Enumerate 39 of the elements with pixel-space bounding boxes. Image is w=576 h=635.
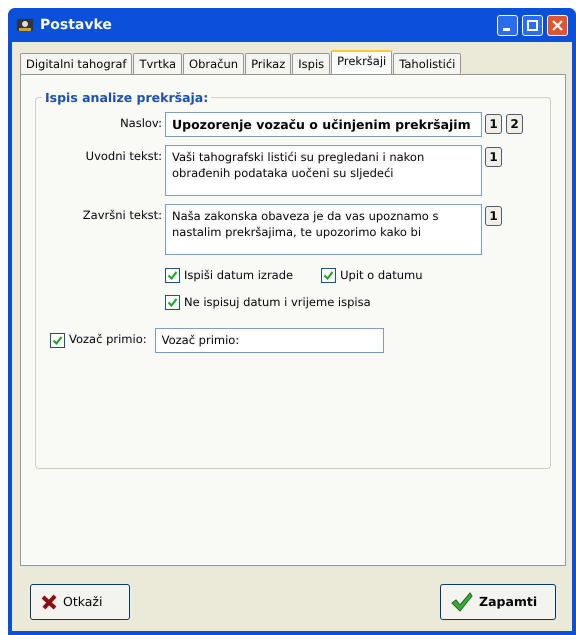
close-button[interactable] xyxy=(547,14,568,36)
number-button[interactable]: 1 xyxy=(485,114,502,134)
checkbox[interactable] xyxy=(321,268,336,284)
field-label: Naslov: xyxy=(119,115,162,132)
tab[interactable]: Ispis xyxy=(292,53,330,74)
tab[interactable]: Obračun xyxy=(183,53,244,74)
text-area[interactable]: Vaši tahografski listići su pregledani i nakon obrađenih podataka uočeni su sljedeći xyxy=(165,145,482,196)
cancel-button[interactable]: Otkaži xyxy=(30,584,130,620)
text-field[interactable]: Vozač primio: xyxy=(154,328,384,352)
checkbox[interactable] xyxy=(165,268,180,284)
field-label: Završni tekst: xyxy=(82,207,162,224)
number-button[interactable]: 1 xyxy=(485,147,502,167)
checkbox-label: Ispiši datum izrade xyxy=(184,267,294,284)
number-button[interactable]: 1 xyxy=(485,206,502,226)
text-field[interactable]: Upozorenje vozaču o učinjenim prekršajim xyxy=(165,112,482,137)
minimize-button[interactable] xyxy=(497,14,518,36)
field-label: Uvodni tekst: xyxy=(84,148,162,165)
tab[interactable]: Taholistići xyxy=(393,53,462,74)
group-title: Ispis analize prekršaja: xyxy=(42,89,212,108)
app-icon xyxy=(16,16,34,34)
window-title: Postavke xyxy=(40,16,112,34)
checkbox-label: Ne ispisuj datum i vrijeme ispisa xyxy=(184,294,371,312)
close-icon xyxy=(552,20,563,30)
checkbox[interactable] xyxy=(165,295,180,310)
checkbox-label: Upit o datumu xyxy=(340,267,423,284)
cross-icon xyxy=(41,594,57,610)
tab[interactable]: Prikaz xyxy=(245,53,292,74)
tab[interactable]: Prekršaji xyxy=(331,50,392,74)
tab[interactable]: Tvrtka xyxy=(133,53,182,74)
tab[interactable]: Digitalni tahograf xyxy=(20,53,132,74)
checkbox[interactable] xyxy=(50,332,65,348)
text-area[interactable]: Naša zakonska obaveza je da vas upoznamo s nastalim prekršajima, te upozorimo kako bi xyxy=(165,204,482,255)
checkmark-icon xyxy=(451,592,473,612)
save-button[interactable]: Zapamti xyxy=(440,584,556,620)
number-button[interactable]: 2 xyxy=(506,114,523,134)
minimize-icon xyxy=(502,28,510,30)
maximize-icon xyxy=(527,20,538,30)
checkbox-label: Vozač primio: xyxy=(69,331,147,348)
maximize-button[interactable] xyxy=(522,14,543,36)
